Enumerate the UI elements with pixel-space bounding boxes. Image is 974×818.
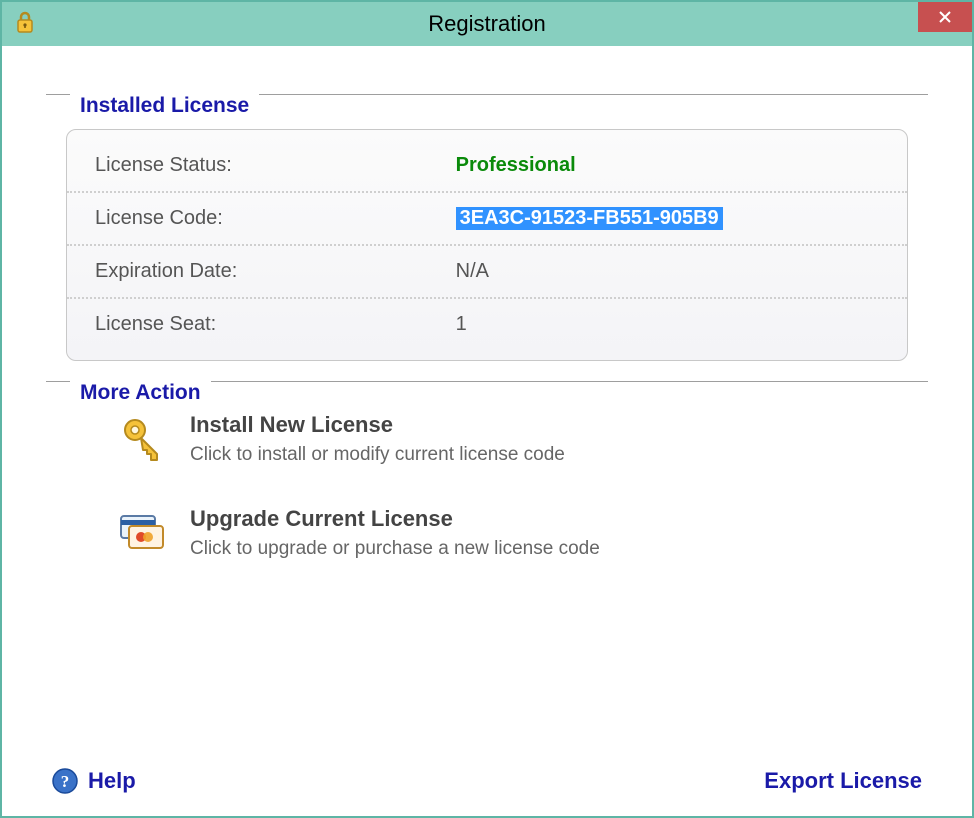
lock-icon	[16, 11, 34, 38]
license-seat-value: 1	[456, 313, 467, 336]
titlebar: Registration	[2, 2, 972, 46]
upgrade-license-action[interactable]: Upgrade Current License Click to upgrade…	[116, 506, 928, 560]
license-seat-label: License Seat:	[95, 313, 456, 336]
upgrade-license-desc: Click to upgrade or purchase a new licen…	[190, 538, 600, 560]
license-code-value[interactable]: 3EA3C-91523-FB551-905B9	[456, 207, 723, 230]
svg-text:?: ?	[61, 772, 70, 791]
credit-cards-icon	[116, 506, 168, 560]
installed-license-legend: Installed License	[70, 94, 259, 118]
export-license-link[interactable]: Export License	[764, 768, 922, 794]
license-card: License Status: Professional License Cod…	[66, 129, 908, 361]
close-icon	[938, 10, 952, 24]
license-status-row: License Status: Professional	[67, 140, 907, 193]
key-icon	[116, 412, 168, 466]
help-label: Help	[88, 768, 136, 794]
footer: ? Help Export License	[2, 768, 972, 794]
install-license-title: Install New License	[190, 412, 565, 438]
help-icon: ?	[52, 768, 78, 794]
registration-window: Registration Installed License License S…	[0, 0, 974, 818]
close-button[interactable]	[918, 2, 972, 32]
license-expiration-label: Expiration Date:	[95, 260, 456, 283]
window-title: Registration	[2, 11, 972, 37]
more-action-group: More Action Install New License Click to…	[46, 381, 928, 560]
license-code-label: License Code:	[95, 207, 456, 230]
help-link[interactable]: ? Help	[52, 768, 136, 794]
license-status-label: License Status:	[95, 154, 456, 177]
license-code-row: License Code: 3EA3C-91523-FB551-905B9	[67, 193, 907, 246]
more-action-legend: More Action	[70, 381, 211, 405]
license-seat-row: License Seat: 1	[67, 299, 907, 350]
license-status-value: Professional	[456, 154, 576, 177]
license-expiration-value: N/A	[456, 260, 489, 283]
install-license-desc: Click to install or modify current licen…	[190, 444, 565, 466]
upgrade-license-title: Upgrade Current License	[190, 506, 600, 532]
license-expiration-row: Expiration Date: N/A	[67, 246, 907, 299]
installed-license-group: Installed License License Status: Profes…	[46, 94, 928, 361]
install-new-license-action[interactable]: Install New License Click to install or …	[116, 412, 928, 466]
